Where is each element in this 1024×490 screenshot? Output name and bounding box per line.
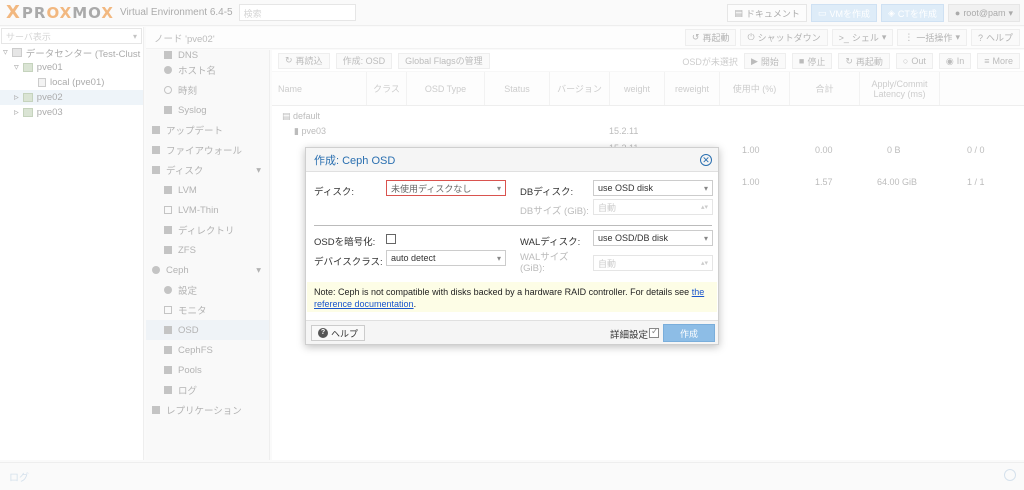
db-disk-label: DBディスク: [520, 187, 574, 198]
spinner-icon: ▴▾ [700, 204, 708, 211]
advanced-checkbox[interactable]: ✓ [649, 326, 659, 338]
check-icon: ✓ [651, 326, 659, 336]
encrypt-checkbox[interactable] [386, 234, 396, 244]
section-divider [314, 225, 712, 226]
dialog-title: 作成: Ceph OSD [306, 148, 718, 172]
create-button[interactable]: 作成 [663, 324, 715, 342]
wal-disk-label: WALディスク: [520, 237, 581, 248]
wal-disk-select[interactable]: use OSD/DB disk ▾ [593, 230, 713, 246]
dialog-help-button[interactable]: ? ヘルプ [311, 325, 366, 341]
wal-size-label: WALサイズ (GiB): [520, 252, 569, 274]
spinner-icon: ▴▾ [700, 260, 708, 267]
disk-select[interactable]: 未使用ディスクなし ▾ [386, 180, 506, 196]
chevron-down-icon: ▾ [496, 253, 501, 263]
wal-size-input[interactable]: 自動 ▴▾ [593, 255, 713, 271]
encrypt-label: OSDを暗号化: [314, 237, 376, 248]
chevron-down-icon: ▾ [703, 233, 708, 243]
chevron-down-icon: ▾ [703, 183, 708, 193]
create-ceph-osd-dialog: 作成: Ceph OSD ✕ ディスク: 未使用ディスクなし ▾ DBディスク: … [305, 147, 719, 345]
question-icon: ? [318, 328, 328, 338]
dialog-footer: ? ヘルプ 詳細設定 ✓ 作成 [306, 320, 718, 344]
raid-warning-note: Note: Ceph is not compatible with disks … [307, 282, 717, 312]
device-class-label: デバイスクラス: [314, 257, 383, 268]
db-disk-select[interactable]: use OSD disk ▾ [593, 180, 713, 196]
db-size-label: DBサイズ (GiB): [520, 206, 589, 217]
db-size-input[interactable]: 自動 ▴▾ [593, 199, 713, 215]
chevron-down-icon: ▾ [496, 183, 501, 193]
close-icon[interactable]: ✕ [700, 154, 712, 166]
device-class-select[interactable]: auto detect ▾ [386, 250, 506, 266]
advanced-label: 詳細設定 [610, 330, 649, 341]
disk-label: ディスク: [314, 187, 354, 198]
